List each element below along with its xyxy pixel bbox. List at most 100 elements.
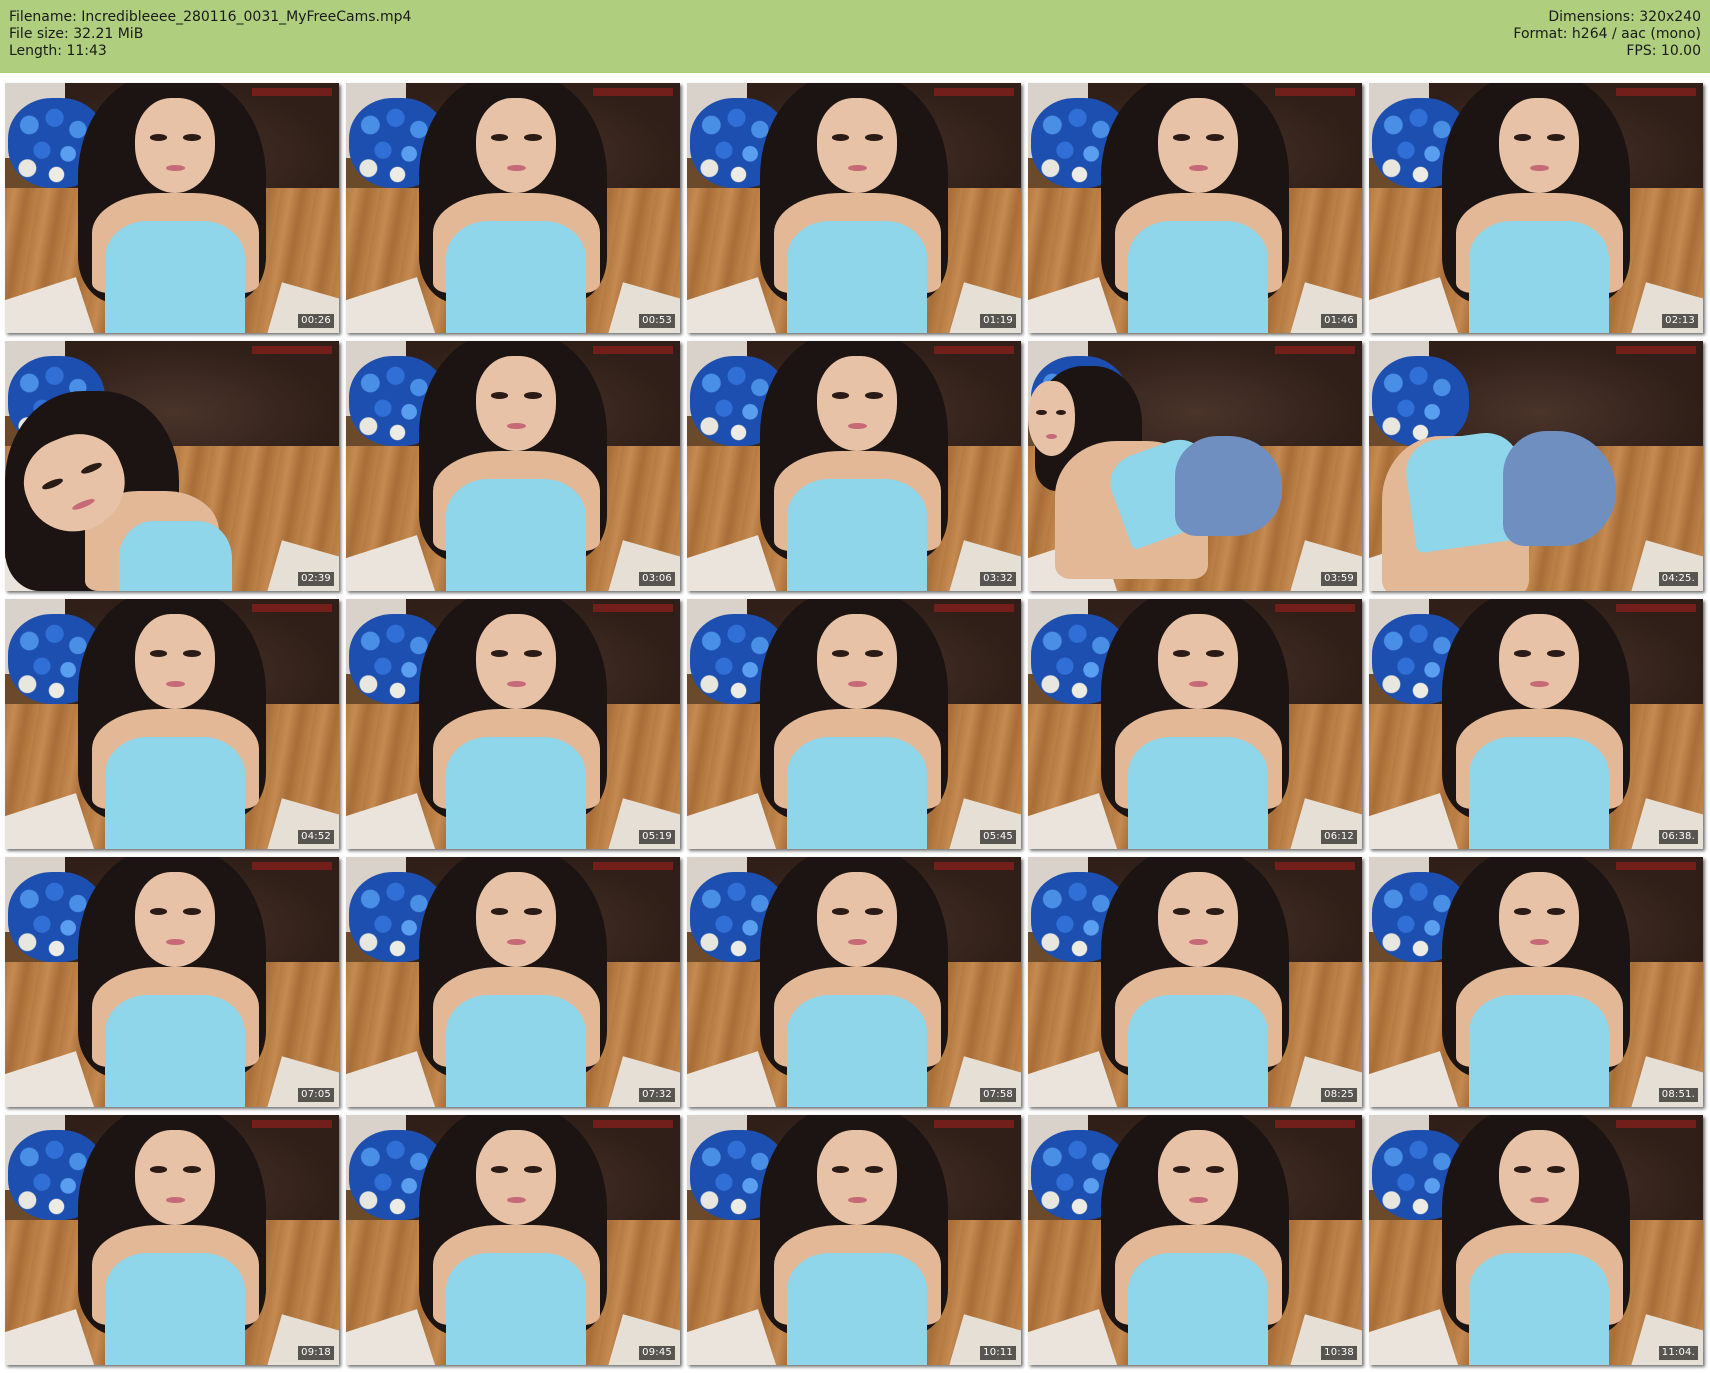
frame-top <box>1469 1252 1610 1365</box>
frame-watermark <box>1275 862 1356 870</box>
frame-timestamp: 06:12 <box>1321 830 1357 844</box>
frame-face <box>476 1130 557 1225</box>
frame-eye <box>831 1166 850 1173</box>
frame-top <box>446 736 587 849</box>
frame-top <box>1469 994 1610 1107</box>
frame-face <box>817 872 898 967</box>
frame-eye <box>831 134 850 141</box>
frame-top <box>1128 220 1269 333</box>
frame-eye <box>865 392 883 399</box>
frame-lips <box>71 496 96 512</box>
frame-watermark <box>252 1120 333 1128</box>
frame-lips <box>1529 164 1549 172</box>
frame-lips <box>165 680 185 688</box>
frame-eye <box>524 908 542 915</box>
frame-eye <box>524 392 542 399</box>
frame-face <box>476 872 557 967</box>
frame-timestamp: 05:45 <box>980 830 1016 844</box>
frame-top <box>1469 736 1610 849</box>
frame-face <box>135 614 216 709</box>
frame-timestamp: 03:59 <box>1321 572 1357 586</box>
file-info-header: Filename: Incredibleeee_280116_0031_MyFr… <box>0 0 1710 73</box>
format-text: Format: h264 / aac (mono) <box>1513 26 1701 42</box>
frame-timestamp: 02:39 <box>298 572 334 586</box>
filename-text: Filename: Incredibleeee_280116_0031_MyFr… <box>9 9 412 25</box>
frame-face <box>135 872 216 967</box>
frame-eye <box>1513 1166 1532 1173</box>
frame-top <box>118 521 233 591</box>
frame-eye <box>490 650 509 657</box>
frame-shorts <box>1174 436 1282 536</box>
frame-timestamp: 06:38. <box>1658 830 1698 844</box>
frame-face <box>476 614 557 709</box>
frame-eye <box>41 476 65 492</box>
frame-lips <box>1045 433 1057 439</box>
frame-timestamp: 09:45 <box>639 1346 675 1360</box>
frame-eye <box>149 134 168 141</box>
video-frame-thumbnail: 05:45 <box>687 599 1021 849</box>
frame-eye <box>1547 1166 1565 1173</box>
frame-eye <box>490 908 509 915</box>
video-frame-thumbnail: 09:45 <box>346 1115 680 1365</box>
frame-eye <box>865 908 883 915</box>
frame-top <box>446 1252 587 1365</box>
frame-eye <box>149 1166 168 1173</box>
frame-lips <box>165 1196 185 1204</box>
length-text: Length: 11:43 <box>9 43 107 59</box>
frame-lips <box>1529 938 1549 946</box>
frame-lips <box>506 1196 526 1204</box>
frame-eye <box>183 908 201 915</box>
frame-flowers <box>1372 356 1470 446</box>
frame-eye <box>1172 650 1191 657</box>
frame-timestamp: 00:53 <box>639 314 675 328</box>
frame-timestamp: 09:18 <box>298 1346 334 1360</box>
frame-watermark <box>252 346 333 354</box>
frame-watermark <box>1275 88 1356 96</box>
frame-top <box>446 478 587 591</box>
frame-eye <box>1172 908 1191 915</box>
frame-face <box>1158 872 1239 967</box>
frame-top <box>787 220 928 333</box>
frame-lips <box>847 938 867 946</box>
frame-eye <box>1513 908 1532 915</box>
frame-eye <box>1206 134 1224 141</box>
video-frame-thumbnail: 07:58 <box>687 857 1021 1107</box>
frame-top <box>1469 220 1610 333</box>
frame-lips <box>165 164 185 172</box>
frame-timestamp: 05:19 <box>639 830 675 844</box>
frame-lips <box>506 938 526 946</box>
frame-timestamp: 10:38 <box>1321 1346 1357 1360</box>
frame-top <box>787 478 928 591</box>
video-frame-thumbnail: 08:51. <box>1369 857 1703 1107</box>
frame-top <box>105 736 246 849</box>
frame-timestamp: 07:58 <box>980 1088 1016 1102</box>
fps-text: FPS: 10.00 <box>1626 43 1701 59</box>
frame-watermark <box>252 88 333 96</box>
frame-eye <box>865 650 883 657</box>
dimensions-text: Dimensions: 320x240 <box>1548 9 1701 25</box>
frame-top <box>105 220 246 333</box>
frame-eye <box>1513 650 1532 657</box>
frame-lips <box>1188 938 1208 946</box>
video-frame-thumbnail: 01:19 <box>687 83 1021 333</box>
frame-eye <box>490 1166 509 1173</box>
frame-lips <box>506 422 526 430</box>
frame-top <box>1128 1252 1269 1365</box>
frame-eye <box>1172 1166 1191 1173</box>
video-frame-thumbnail: 02:13 <box>1369 83 1703 333</box>
frame-watermark <box>1275 1120 1356 1128</box>
frame-eye <box>1513 134 1532 141</box>
frame-watermark <box>1616 1120 1697 1128</box>
frame-face <box>1158 98 1239 193</box>
frame-lips <box>506 680 526 688</box>
frame-face <box>817 98 898 193</box>
frame-top <box>446 994 587 1107</box>
video-frame-thumbnail: 07:05 <box>5 857 339 1107</box>
frame-eye <box>1547 134 1565 141</box>
frame-watermark <box>934 1120 1015 1128</box>
frame-lips <box>1529 680 1549 688</box>
frame-watermark <box>934 604 1015 612</box>
frame-eye <box>524 650 542 657</box>
frame-face <box>1158 1130 1239 1225</box>
video-frame-thumbnail: 03:59 <box>1028 341 1362 591</box>
